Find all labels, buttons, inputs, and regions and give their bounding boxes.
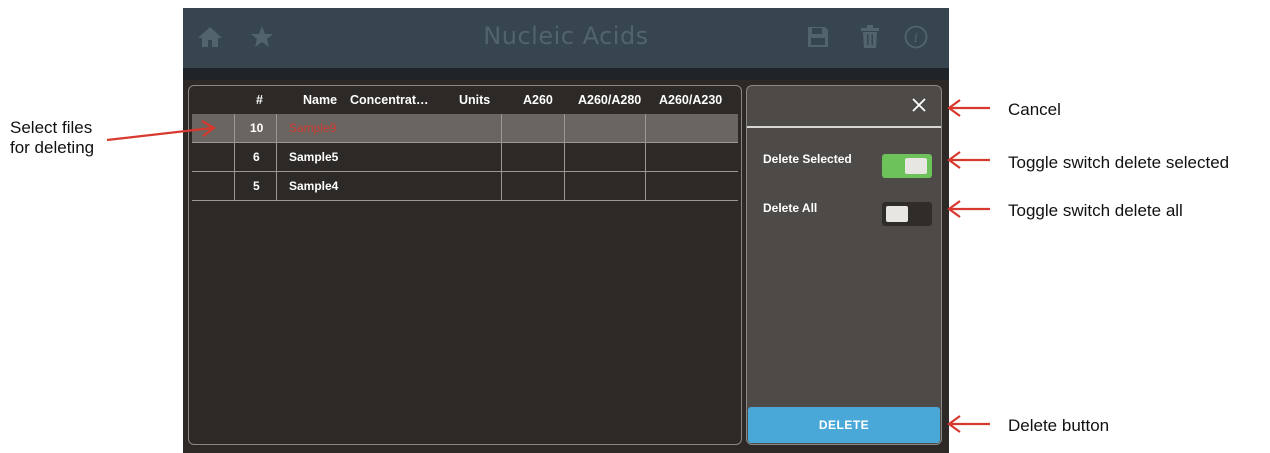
arrow-select-files	[106, 126, 213, 142]
annotation-arrows	[106, 99, 990, 433]
